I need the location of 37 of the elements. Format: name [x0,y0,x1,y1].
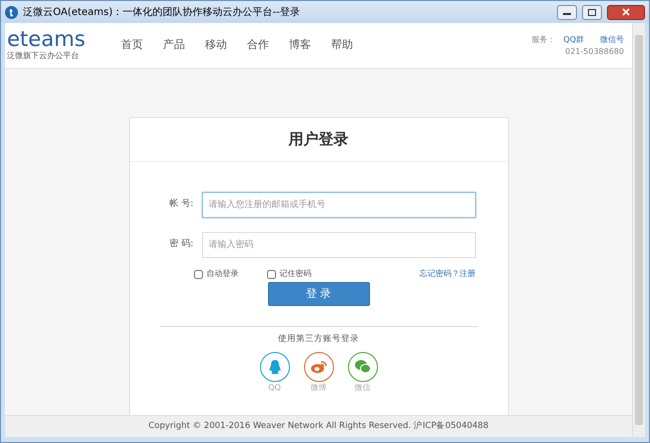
nav-link[interactable]: 首页 [121,37,143,54]
maximize-icon [588,8,596,16]
maximize-button[interactable] [582,4,602,20]
service-link[interactable]: 微信号 [600,34,624,46]
nav-link[interactable]: 帮助 [331,37,353,54]
chat-bubbles-icon[interactable] [348,352,378,382]
phone-number: 021-50388680 [565,46,624,58]
login-title: 用户登录 [130,118,508,162]
close-button[interactable] [607,4,645,20]
nav-link[interactable]: 合作 [247,37,269,54]
copyright-text: Copyright © 2001-2016 Weaver Network All Rights Reserved. 沪ICP备05040488 [148,420,488,433]
provider-label: 微博 [310,382,326,394]
checkbox-label: 自动登录 [206,268,238,280]
checkbox-label: 记住密码 [280,268,312,280]
close-icon [622,8,630,16]
input-field[interactable]: 请输入密码 [202,232,476,258]
provider-label: QQ [268,382,281,394]
login-button[interactable]: 登 录 [268,282,370,306]
logo-tagline: 泛微旗下云办公平台 [7,50,80,62]
window-title: 泛微云OA(eteams)：一体化的团队协作移动云办公平台--登录 [23,6,301,20]
service-link[interactable]: QQ群 [563,34,584,46]
app-icon [5,6,18,18]
input-field[interactable]: 请输入您注册的邮箱或手机号 [202,192,476,218]
nav-link[interactable]: 博客 [289,37,311,54]
nav-link[interactable]: 移动 [205,37,227,54]
penguin-icon[interactable] [260,352,290,382]
nav-link[interactable]: 产品 [163,37,185,54]
checkbox[interactable] [266,270,276,278]
third-party-title: 使用第三方账号登录 [277,333,360,346]
logo-text[interactable]: eteams [7,29,121,50]
provider-label: 微信 [354,382,370,394]
scrollbar[interactable] [632,23,645,437]
forgot-password-link[interactable]: 忘记密码？注册 [420,268,476,280]
checkbox[interactable] [194,270,202,278]
eye-icon[interactable] [304,352,334,382]
minimize-button[interactable] [557,4,577,20]
service-label: 服务： [531,34,556,46]
